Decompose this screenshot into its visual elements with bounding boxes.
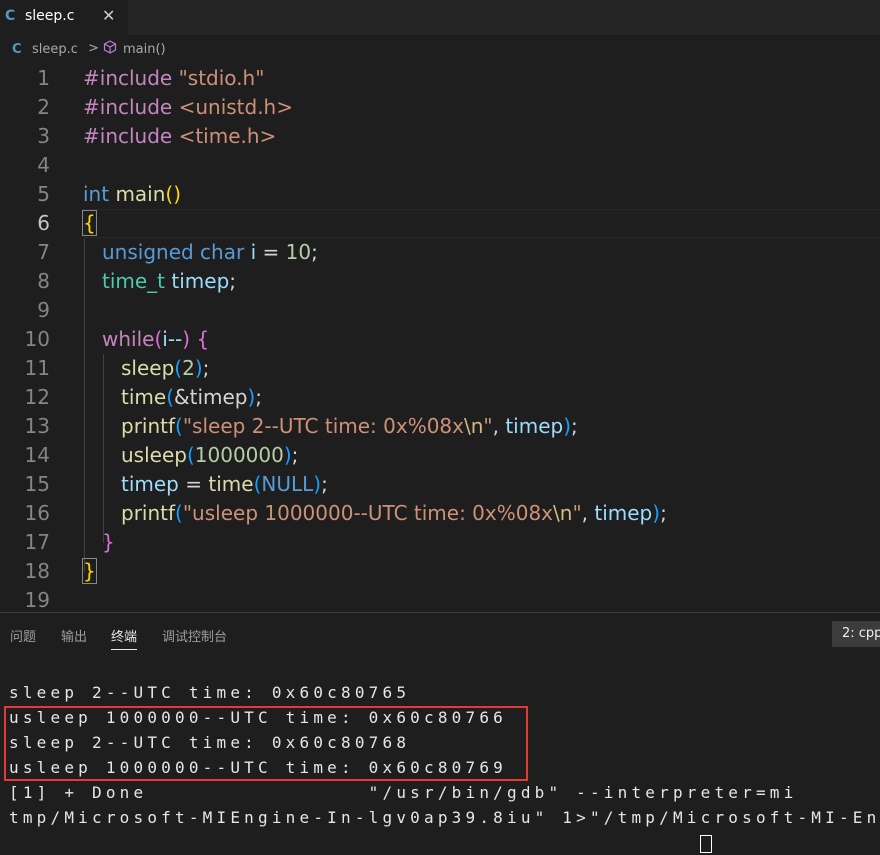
code-line: #include <time.h> xyxy=(83,124,277,148)
line-number: 14 xyxy=(24,443,50,467)
code-line: printf("usleep 1000000--UTC time: 0x%08x… xyxy=(121,501,667,525)
code-line: { xyxy=(82,210,97,236)
code-editor[interactable]: 1 #include "stdio.h" 2 #include <unistd.h>… xyxy=(0,64,880,612)
terminal-line: tmp/Microsoft-MIEngine-In-lgv0ap39.8iu" … xyxy=(9,808,880,827)
line-number: 12 xyxy=(24,385,50,409)
code-line: time_t timep; xyxy=(102,269,237,293)
code-line: while(i--) { xyxy=(102,327,210,351)
code-line: #include <unistd.h> xyxy=(83,95,293,119)
line-number: 13 xyxy=(24,414,50,438)
terminal-cursor xyxy=(700,830,712,855)
chevron-right-icon: > xyxy=(88,41,99,56)
code-line: sleep(2); xyxy=(121,356,210,380)
line-number: 16 xyxy=(24,501,50,525)
code-line: } xyxy=(102,530,115,554)
line-number: 7 xyxy=(37,240,50,264)
line-number: 11 xyxy=(24,356,50,380)
code-line: #include "stdio.h" xyxy=(83,66,265,90)
terminal-line: sleep 2--UTC time: 0x60c80765 xyxy=(9,683,411,702)
terminal-line: [1] + Done "/usr/bin/gdb" --interpreter=… xyxy=(9,783,798,802)
panel-tab-bar: 问题 输出 终端 调试控制台 xyxy=(0,613,880,653)
code-line: } xyxy=(82,558,97,584)
line-number: 2 xyxy=(37,95,50,119)
terminal-selector[interactable]: 2: cpp xyxy=(832,621,880,647)
code-line: timep = time(NULL); xyxy=(121,472,328,496)
tab-output[interactable]: 输出 xyxy=(61,626,87,645)
code-line: usleep(1000000); xyxy=(121,443,299,467)
line-number: 4 xyxy=(37,153,50,177)
breadcrumb: C sleep.c > main() xyxy=(0,38,880,62)
close-icon[interactable]: ✕ xyxy=(102,6,115,25)
highlight-box xyxy=(4,706,528,781)
breadcrumb-symbol[interactable]: main() xyxy=(123,42,166,57)
code-line: unsigned char i = 10; xyxy=(102,240,318,264)
line-number: 3 xyxy=(37,124,50,148)
editor-tab-bar: C sleep.c ✕ xyxy=(0,0,880,35)
tab-terminal[interactable]: 终端 xyxy=(111,626,137,645)
line-number: 5 xyxy=(37,182,50,206)
active-tab-indicator xyxy=(111,649,137,650)
tab-label: sleep.c xyxy=(25,8,75,24)
c-file-icon: C xyxy=(5,8,16,24)
code-line: int main() xyxy=(83,182,182,206)
code-line: printf("sleep 2--UTC time: 0x%08x\n", ti… xyxy=(121,414,578,438)
line-number: 8 xyxy=(37,269,50,293)
cube-icon xyxy=(103,40,117,58)
line-number: 1 xyxy=(37,66,50,90)
tab-sleep-c[interactable]: C sleep.c ✕ xyxy=(0,0,128,35)
tab-problems[interactable]: 问题 xyxy=(10,626,36,645)
line-number: 9 xyxy=(37,298,50,322)
c-file-icon: C xyxy=(12,42,22,57)
line-number: 19 xyxy=(24,588,50,612)
line-number: 15 xyxy=(24,472,50,496)
code-line: time(&timep); xyxy=(121,385,263,409)
breadcrumb-file[interactable]: sleep.c xyxy=(32,42,78,57)
line-number: 18 xyxy=(24,559,50,583)
tab-debug-console[interactable]: 调试控制台 xyxy=(162,626,227,645)
line-number: 10 xyxy=(24,327,50,351)
line-number: 6 xyxy=(37,211,50,235)
line-number: 17 xyxy=(24,530,50,554)
